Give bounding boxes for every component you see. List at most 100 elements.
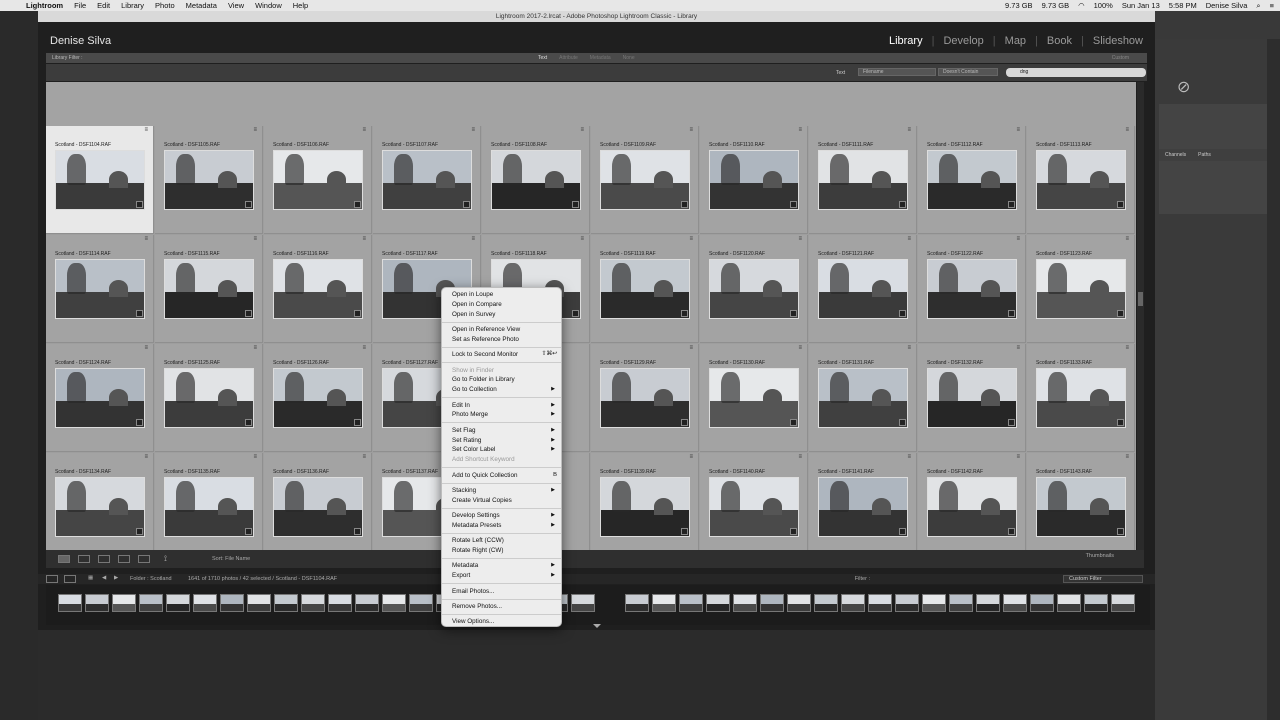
grid-cell[interactable]: Scotland - DSF1121.RAF ≡ — [809, 235, 917, 343]
filmstrip-thumbnail[interactable] — [841, 594, 865, 612]
cell-menu-icon[interactable]: ≡ — [1016, 345, 1020, 351]
photo-thumbnail[interactable] — [600, 150, 690, 210]
photo-thumbnail[interactable] — [818, 368, 908, 428]
grid-cell[interactable]: Scotland - DSF1142.RAF ≡ — [918, 453, 1026, 559]
photo-thumbnail[interactable] — [382, 150, 472, 210]
filmstrip-thumbnail[interactable] — [895, 594, 919, 612]
filmstrip-thumbnail[interactable] — [733, 594, 757, 612]
filmstrip-thumbnail[interactable] — [139, 594, 163, 612]
context-menu-item[interactable]: Set Rating ▶ — [442, 436, 561, 446]
tab-channels[interactable]: Channels — [1165, 152, 1186, 158]
loupe-view-icon[interactable] — [78, 555, 90, 563]
cell-menu-icon[interactable]: ≡ — [144, 236, 148, 242]
photo-thumbnail[interactable] — [600, 259, 690, 319]
cell-menu-icon[interactable]: ≡ — [689, 454, 693, 460]
sort-control[interactable]: Sort: File Name — [212, 556, 250, 562]
context-menu-item[interactable]: Set as Reference Photo — [442, 335, 561, 345]
photo-thumbnail[interactable] — [164, 150, 254, 210]
grid-cell[interactable]: Scotland - DSF1125.RAF ≡ — [155, 344, 263, 452]
cell-menu-icon[interactable]: ≡ — [362, 236, 366, 242]
grid-cell[interactable]: Scotland - DSF1135.RAF ≡ — [155, 453, 263, 559]
menu-file[interactable]: File — [74, 1, 86, 10]
filmstrip-thumbnail[interactable] — [868, 594, 892, 612]
filmstrip-thumbnail[interactable] — [922, 594, 946, 612]
photo-thumbnail[interactable] — [709, 150, 799, 210]
user-name[interactable]: Denise Silva — [1206, 1, 1248, 10]
filmstrip-thumbnail[interactable] — [652, 594, 676, 612]
filmstrip-thumbnail[interactable] — [814, 594, 838, 612]
grid-cell[interactable]: Scotland - DSF1129.RAF ≡ — [591, 344, 699, 452]
grid-cell[interactable]: Scotland - DSF1120.RAF ≡ — [700, 235, 808, 343]
cell-menu-icon[interactable]: ≡ — [689, 345, 693, 351]
module-slideshow[interactable]: Slideshow — [1093, 35, 1143, 47]
context-menu-item[interactable]: Open in Reference View — [442, 325, 561, 335]
grid-cell[interactable]: Scotland - DSF1114.RAF ≡ — [46, 235, 154, 343]
tab-paths[interactable]: Paths — [1198, 152, 1211, 158]
grid-cell[interactable]: Scotland - DSF1108.RAF ≡ — [482, 126, 590, 234]
grid-cell[interactable]: Scotland - DSF1123.RAF ≡ — [1027, 235, 1135, 343]
grid-cell[interactable]: Scotland - DSF1104.RAF ≡ — [46, 126, 154, 234]
grid-cell[interactable]: Scotland - DSF1111.RAF ≡ — [809, 126, 917, 234]
photo-thumbnail[interactable] — [164, 368, 254, 428]
cell-menu-icon[interactable]: ≡ — [1016, 454, 1020, 460]
filmstrip-thumbnail[interactable] — [1084, 594, 1108, 612]
menu-list-icon[interactable]: ≡ — [1270, 1, 1274, 10]
filter-mode-metadata[interactable]: Metadata — [590, 55, 611, 61]
field-select[interactable]: Filename — [858, 68, 936, 76]
menu-edit[interactable]: Edit — [97, 1, 110, 10]
filmstrip-thumbnail[interactable] — [1003, 594, 1027, 612]
photo-thumbnail[interactable] — [55, 150, 145, 210]
filmstrip-thumbnail[interactable] — [328, 594, 352, 612]
photo-thumbnail[interactable] — [709, 477, 799, 537]
filmstrip-thumbnail[interactable] — [787, 594, 811, 612]
context-menu-item[interactable]: Develop Settings ▶ — [442, 511, 561, 521]
cell-menu-icon[interactable]: ≡ — [907, 127, 911, 133]
context-menu-item[interactable]: Open in Loupe — [442, 290, 561, 300]
module-map[interactable]: Map — [1005, 35, 1026, 47]
cell-menu-icon[interactable]: ≡ — [362, 345, 366, 351]
wifi-icon[interactable]: ◠ — [1078, 1, 1085, 10]
menu-window[interactable]: Window — [255, 1, 282, 10]
photo-thumbnail[interactable] — [273, 150, 363, 210]
cell-menu-icon[interactable]: ≡ — [689, 236, 693, 242]
people-view-icon[interactable] — [138, 555, 150, 563]
photo-thumbnail[interactable] — [1036, 259, 1126, 319]
filmstrip-thumbnail[interactable] — [355, 594, 379, 612]
filmstrip-thumbnail[interactable] — [274, 594, 298, 612]
bottom-panel-toggle-icon[interactable] — [593, 624, 601, 628]
context-menu-item[interactable]: Add to Quick Collection B — [442, 471, 561, 481]
source-folder[interactable]: Folder : Scotland — [130, 576, 172, 582]
cell-menu-icon[interactable]: ≡ — [798, 454, 802, 460]
context-menu-item[interactable]: Email Photos... — [442, 587, 561, 597]
photo-thumbnail[interactable] — [55, 259, 145, 319]
grid-cell[interactable]: Scotland - DSF1139.RAF ≡ — [591, 453, 699, 559]
cell-menu-icon[interactable]: ≡ — [253, 345, 257, 351]
context-menu-item[interactable]: Photo Merge ▶ — [442, 410, 561, 420]
painter-icon[interactable]: ⟟ — [164, 554, 167, 564]
search-icon[interactable]: ⌕ — [1256, 1, 1260, 11]
cell-menu-icon[interactable]: ≡ — [471, 236, 475, 242]
photo-thumbnail[interactable] — [927, 368, 1017, 428]
photo-thumbnail[interactable] — [709, 368, 799, 428]
photo-thumbnail[interactable] — [818, 477, 908, 537]
filmstrip-thumbnail[interactable] — [301, 594, 325, 612]
cell-menu-icon[interactable]: ≡ — [798, 345, 802, 351]
cell-menu-icon[interactable]: ≡ — [580, 236, 584, 242]
grid-scrollbar[interactable] — [1137, 82, 1144, 559]
grid-cell[interactable]: Scotland - DSF1116.RAF ≡ — [264, 235, 372, 343]
context-menu-item[interactable]: Set Flag ▶ — [442, 426, 561, 436]
context-menu-item[interactable]: Go to Folder in Library — [442, 375, 561, 385]
filmstrip-thumbnail[interactable] — [382, 594, 406, 612]
context-menu-item[interactable]: Lock to Second Monitor ⇧⌘↩ — [442, 350, 561, 360]
custom-filter-select[interactable]: Custom Filter — [1063, 575, 1143, 583]
monitor-1-icon[interactable] — [46, 575, 58, 583]
filmstrip-thumbnail[interactable] — [625, 594, 649, 612]
context-menu-item[interactable]: Go to Collection ▶ — [442, 385, 561, 395]
context-menu-item[interactable]: Export ▶ — [442, 571, 561, 581]
cell-menu-icon[interactable]: ≡ — [253, 127, 257, 133]
photo-thumbnail[interactable] — [164, 259, 254, 319]
monitor-2-icon[interactable] — [64, 575, 76, 583]
filmstrip-thumbnail[interactable] — [706, 594, 730, 612]
grid-cell[interactable]: Scotland - DSF1143.RAF ≡ — [1027, 453, 1135, 559]
photo-thumbnail[interactable] — [818, 150, 908, 210]
